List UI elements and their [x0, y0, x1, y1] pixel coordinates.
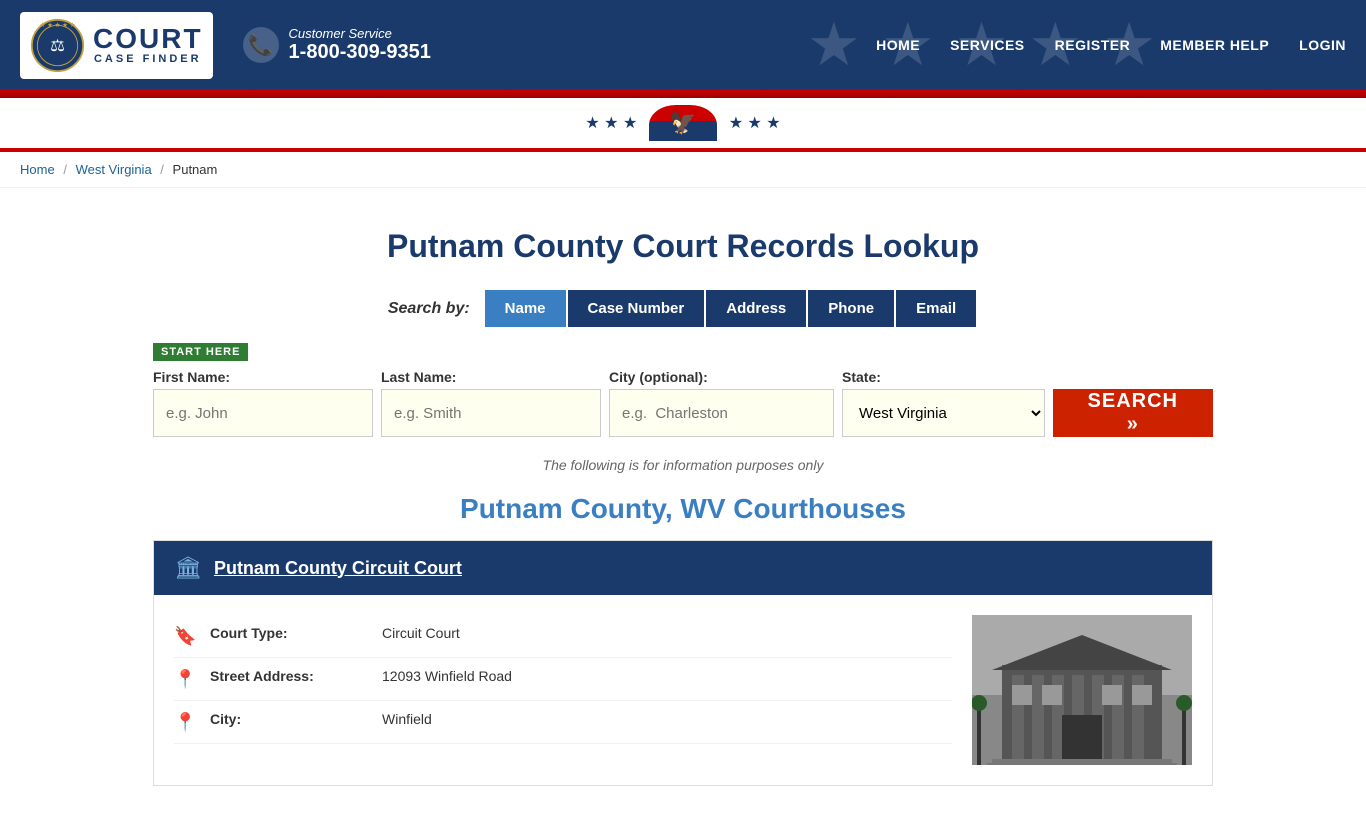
- search-by-label: Search by:: [388, 300, 470, 318]
- detail-row-city: 📍 City: Winfield: [174, 701, 952, 744]
- court-type-icon: 🔖: [174, 626, 198, 647]
- city-detail-icon: 📍: [174, 712, 198, 733]
- state-label: State:: [842, 369, 1045, 385]
- start-here-badge: START HERE: [153, 343, 248, 361]
- customer-service: 📞 Customer Service 1-800-309-9351: [243, 26, 431, 64]
- logo-text: COURT CASE FINDER: [93, 25, 203, 65]
- tab-phone[interactable]: Phone: [808, 290, 894, 327]
- courthouse-card-circuit: 🏛 Putnam County Circuit Court 🔖 Court Ty…: [153, 540, 1213, 786]
- eagle-banner-inner: ★ ★ ★ 🦅 ★ ★ ★: [585, 103, 780, 143]
- search-button[interactable]: SEARCH »: [1053, 389, 1213, 437]
- state-select[interactable]: West Virginia Alabama Alaska: [842, 389, 1045, 437]
- first-name-input[interactable]: [153, 389, 373, 437]
- breadcrumb-county: Putnam: [173, 162, 218, 177]
- city-input[interactable]: [609, 389, 834, 437]
- city-detail-label: City:: [210, 711, 370, 727]
- courthouse-building-icon: 🏛: [174, 555, 202, 581]
- courthouses-title: Putnam County, WV Courthouses: [153, 493, 1213, 525]
- address-icon: 📍: [174, 669, 198, 690]
- main-nav: HOME SERVICES REGISTER MEMBER HELP LOGIN: [876, 37, 1346, 53]
- phone-icon: 📞: [243, 27, 279, 63]
- banner-stars-left: ★ ★ ★: [585, 113, 637, 133]
- nav-services[interactable]: SERVICES: [950, 37, 1025, 53]
- tab-address[interactable]: Address: [706, 290, 806, 327]
- address-value: 12093 Winfield Road: [382, 668, 512, 684]
- nav-login[interactable]: LOGIN: [1299, 37, 1346, 53]
- tab-name[interactable]: Name: [485, 290, 566, 327]
- tab-case-number[interactable]: Case Number: [568, 290, 705, 327]
- city-label: City (optional):: [609, 369, 834, 385]
- breadcrumb-state[interactable]: West Virginia: [76, 162, 152, 177]
- court-type-label: Court Type:: [210, 625, 370, 641]
- courthouse-body: 🔖 Court Type: Circuit Court 📍 Street Add…: [154, 595, 1212, 785]
- nav-home[interactable]: HOME: [876, 37, 920, 53]
- eagle-arc-container: 🦅: [649, 105, 716, 141]
- breadcrumb-home[interactable]: Home: [20, 162, 55, 177]
- eagle-banner: ★ ★ ★ 🦅 ★ ★ ★: [0, 98, 1366, 148]
- courthouse-header: 🏛 Putnam County Circuit Court: [154, 541, 1212, 595]
- svg-text:⚖: ⚖: [50, 37, 65, 55]
- info-note: The following is for information purpose…: [153, 457, 1213, 473]
- nav-register[interactable]: REGISTER: [1055, 37, 1131, 53]
- breadcrumb: Home / West Virginia / Putnam: [0, 152, 1366, 188]
- banner-stars-right: ★ ★ ★: [729, 113, 781, 133]
- breadcrumb-sep-1: /: [63, 162, 67, 177]
- breadcrumb-sep-2: /: [160, 162, 164, 177]
- search-by-row: Search by: Name Case Number Address Phon…: [153, 290, 1213, 327]
- tab-email[interactable]: Email: [896, 290, 976, 327]
- first-name-field: First Name:: [153, 369, 373, 437]
- courthouse-name[interactable]: Putnam County Circuit Court: [214, 558, 462, 579]
- svg-text:★ ★ ★ ★ ★: ★ ★ ★ ★ ★: [40, 22, 76, 29]
- cs-phone: 1-800-309-9351: [289, 41, 431, 64]
- courthouse-details: 🔖 Court Type: Circuit Court 📍 Street Add…: [174, 615, 952, 765]
- courthouse-image: [972, 615, 1192, 765]
- cs-label: Customer Service: [289, 26, 431, 41]
- cs-info: Customer Service 1-800-309-9351: [289, 26, 431, 64]
- page-title: Putnam County Court Records Lookup: [153, 228, 1213, 265]
- court-type-value: Circuit Court: [382, 625, 460, 641]
- site-header: ★ ★ ★ ★ ★ ★ ★ ★ ★ ★ ⚖ COURT CASE FINDER …: [0, 0, 1366, 90]
- first-name-label: First Name:: [153, 369, 373, 385]
- start-here-badge-container: START HERE: [153, 342, 1213, 369]
- search-section: Search by: Name Case Number Address Phon…: [153, 290, 1213, 437]
- logo-emblem-icon: ★ ★ ★ ★ ★ ⚖: [30, 18, 85, 73]
- address-label: Street Address:: [210, 668, 370, 684]
- detail-row-court-type: 🔖 Court Type: Circuit Court: [174, 615, 952, 658]
- eagle-symbol: 🦅: [669, 110, 696, 136]
- city-field: City (optional):: [609, 369, 834, 437]
- main-content: Putnam County Court Records Lookup Searc…: [133, 188, 1233, 826]
- city-detail-value: Winfield: [382, 711, 432, 727]
- detail-row-address: 📍 Street Address: 12093 Winfield Road: [174, 658, 952, 701]
- courthouse-building-svg: [972, 615, 1192, 765]
- state-field: State: West Virginia Alabama Alaska: [842, 369, 1045, 437]
- logo-container: ★ ★ ★ ★ ★ ⚖ COURT CASE FINDER: [20, 12, 213, 79]
- logo-court-text: COURT: [93, 25, 203, 53]
- logo-case-finder-text: CASE FINDER: [94, 53, 202, 65]
- last-name-field: Last Name:: [381, 369, 601, 437]
- star-decoration-1: ★: [807, 10, 861, 80]
- nav-member-help[interactable]: MEMBER HELP: [1160, 37, 1269, 53]
- last-name-label: Last Name:: [381, 369, 601, 385]
- search-form: First Name: Last Name: City (optional): …: [153, 369, 1213, 437]
- red-banner-decoration: [0, 90, 1366, 98]
- logo-link[interactable]: ★ ★ ★ ★ ★ ⚖ COURT CASE FINDER: [20, 12, 213, 79]
- last-name-input[interactable]: [381, 389, 601, 437]
